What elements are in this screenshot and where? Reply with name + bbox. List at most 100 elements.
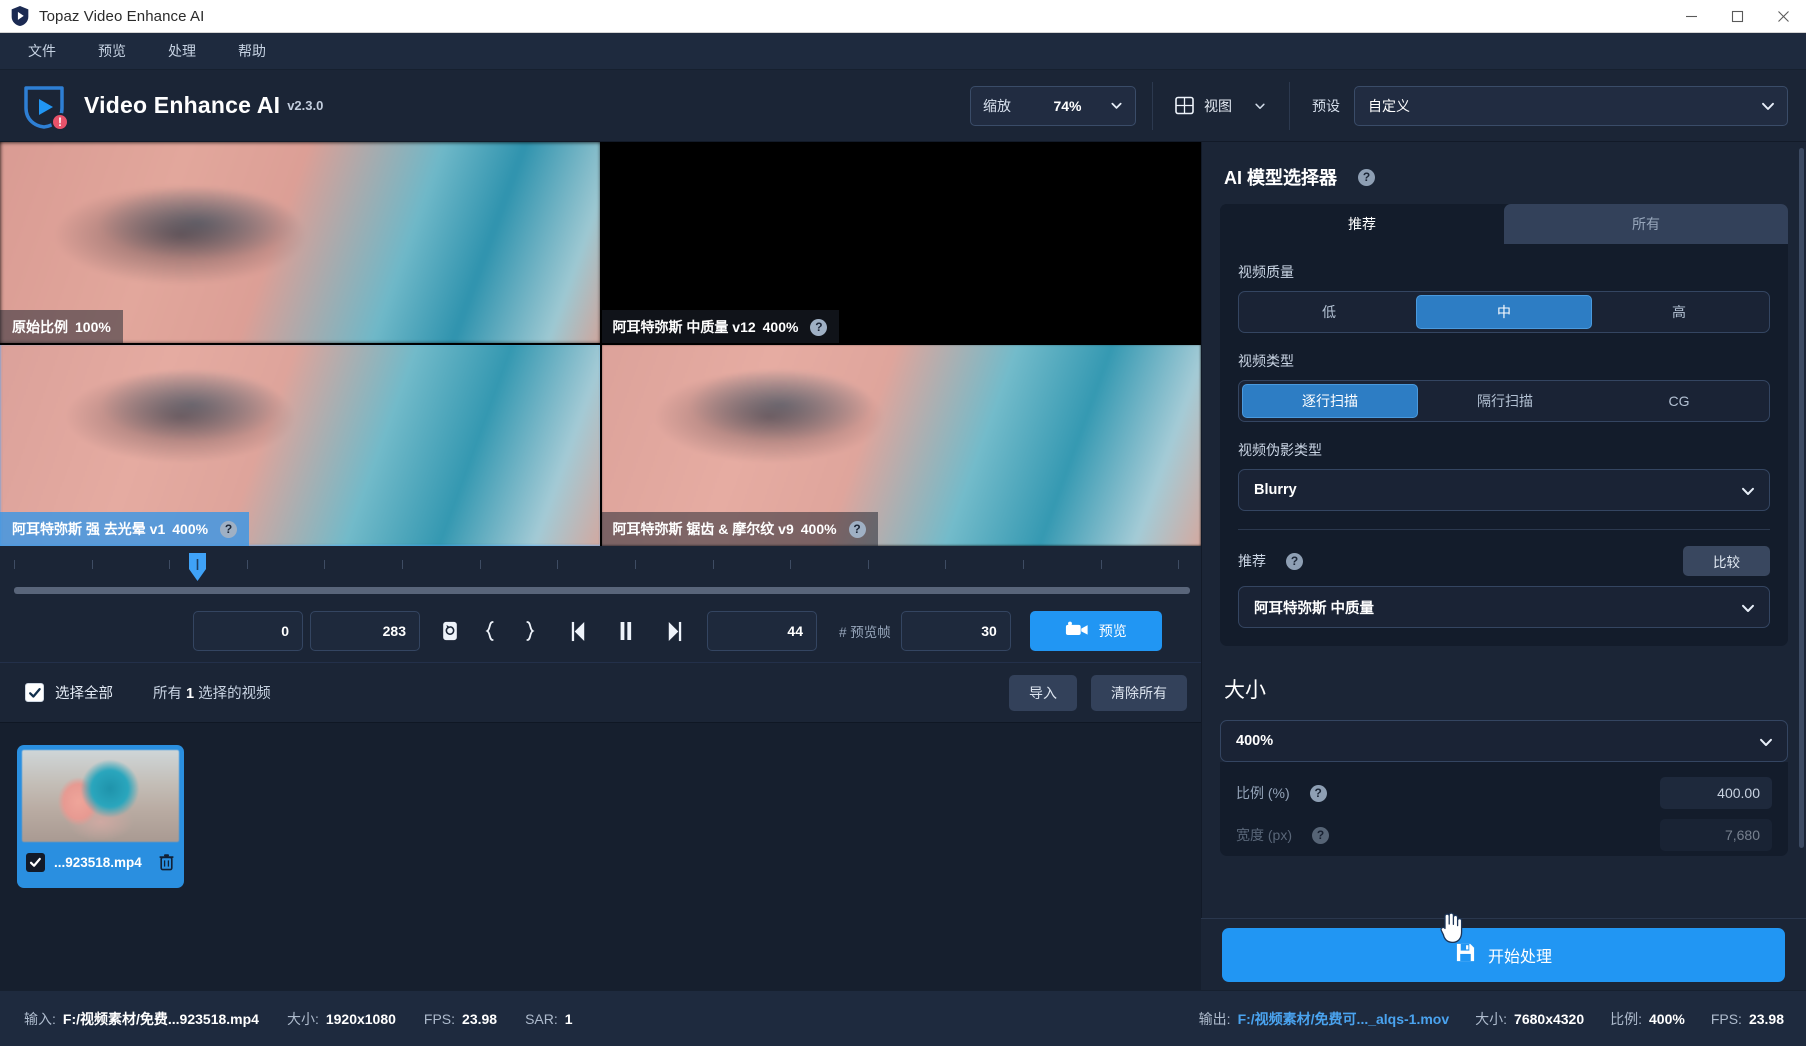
preview-frames-value: 30 xyxy=(981,623,997,639)
help-icon[interactable]: ? xyxy=(1286,553,1303,570)
end-frame-input[interactable]: 283 xyxy=(310,611,420,651)
preview-tag-amount: 400% xyxy=(801,521,837,537)
help-icon[interactable]: ? xyxy=(1312,827,1329,844)
preview-pane-artemis-aliasing-moire-v9[interactable]: 阿耳特弥斯 锯齿 & 摩尔纹 v9 400% ? xyxy=(601,344,1202,546)
status-input-group: 输入: F:/视频素材/免费...923518.mp4 大小: 1920x108… xyxy=(24,1009,573,1029)
tab-all[interactable]: 所有 xyxy=(1504,204,1788,244)
help-icon[interactable]: ? xyxy=(849,521,866,538)
timeline-track[interactable] xyxy=(14,587,1190,594)
set-out-point-icon[interactable] xyxy=(513,614,547,648)
selection-summary: 所有 1 选择的视频 xyxy=(153,682,271,703)
preview-pane-artemis-strong-dehalo-v1[interactable]: 阿耳特弥斯 强 去光晕 v1 400% ? xyxy=(0,344,601,546)
os-title-bar: Topaz Video Enhance AI xyxy=(0,0,1806,33)
zoom-value: 74% xyxy=(1053,98,1081,114)
thumbnail-image xyxy=(22,750,179,842)
help-icon[interactable]: ? xyxy=(1310,785,1327,802)
scale-label-group: 比例 (%) ? xyxy=(1236,783,1327,803)
reset-trim-icon[interactable] xyxy=(433,614,467,648)
input-path-group: 输入: F:/视频素材/免费...923518.mp4 xyxy=(24,1009,259,1029)
artifact-type-value: Blurry xyxy=(1254,482,1297,498)
quality-option-high[interactable]: 高 xyxy=(1592,295,1766,329)
trash-icon[interactable] xyxy=(158,853,175,871)
start-processing-button[interactable]: 开始处理 xyxy=(1222,928,1785,982)
start-frame-input[interactable]: 0 xyxy=(193,611,303,651)
preview-tag-amount: 400% xyxy=(172,521,208,537)
video-quality-label: 视频质量 xyxy=(1238,262,1788,282)
app-name: Video Enhance AI xyxy=(84,92,280,119)
input-size-value: 1920x1080 xyxy=(326,1011,396,1027)
menu-item-file[interactable]: 文件 xyxy=(14,38,70,64)
ai-model-selector-title-text: AI 模型选择器 xyxy=(1224,164,1337,190)
view-dropdown[interactable]: 视图 xyxy=(1153,86,1289,126)
size-section-title: 大小 xyxy=(1224,674,1806,704)
chevron-down-icon xyxy=(1741,484,1754,497)
list-item[interactable]: ...923518.mp4 xyxy=(17,745,184,888)
select-all-control[interactable]: 选择全部 xyxy=(25,682,113,703)
output-path-link[interactable]: F:/视频素材/免费可..._alqs-1.mov xyxy=(1238,1009,1450,1029)
update-badge: ! xyxy=(51,113,69,131)
input-fps-group: FPS: 23.98 xyxy=(424,1011,497,1027)
size-preset-dropdown[interactable]: 400% xyxy=(1220,720,1788,762)
width-value-input[interactable]: 7,680 xyxy=(1660,819,1772,851)
zoom-dropdown[interactable]: 缩放 74% xyxy=(970,86,1136,126)
preview-pane-label: 阿耳特弥斯 锯齿 & 摩尔纹 v9 400% ? xyxy=(601,512,878,546)
step-forward-icon[interactable] xyxy=(657,614,691,648)
preview-pane-original[interactable]: 原始比例 100% xyxy=(0,142,601,344)
ai-model-card: 推荐 所有 视频质量 低 中 高 视频类型 逐行扫描 隔行扫描 CG 视频伪影类… xyxy=(1220,204,1788,646)
preview-frames-input[interactable]: 30 xyxy=(901,611,1011,651)
card-divider xyxy=(1238,529,1770,530)
output-scale-value: 400% xyxy=(1649,1011,1685,1027)
menu-item-help[interactable]: 帮助 xyxy=(224,38,280,64)
quality-option-medium[interactable]: 中 xyxy=(1416,295,1592,329)
output-fps-value: 23.98 xyxy=(1749,1011,1784,1027)
output-size-group: 大小: 7680x4320 xyxy=(1475,1009,1584,1029)
size-preset-value: 400% xyxy=(1236,733,1273,749)
set-in-point-icon[interactable] xyxy=(473,614,507,648)
clear-all-button[interactable]: 清除所有 xyxy=(1091,675,1187,711)
preview-tag-text: 阿耳特弥斯 锯齿 & 摩尔纹 v9 xyxy=(613,519,794,539)
end-frame-value: 283 xyxy=(383,623,406,639)
menu-item-process[interactable]: 处理 xyxy=(154,38,210,64)
preset-control: 预设 自定义 xyxy=(1290,86,1806,126)
help-icon[interactable]: ? xyxy=(1358,169,1375,186)
tab-recommended[interactable]: 推荐 xyxy=(1220,204,1504,244)
panel-scrollbar[interactable] xyxy=(1799,148,1804,848)
type-option-progressive[interactable]: 逐行扫描 xyxy=(1242,384,1418,418)
help-icon[interactable]: ? xyxy=(220,521,237,538)
quality-option-low[interactable]: 低 xyxy=(1242,295,1416,329)
preset-dropdown[interactable]: 自定义 xyxy=(1354,86,1788,126)
maximize-button[interactable] xyxy=(1714,0,1760,33)
size-fields-card: 比例 (%) ? 400.00 宽度 (px) ? 7,680 xyxy=(1220,762,1788,856)
thumbnail-footer: ...923518.mp4 xyxy=(22,842,179,882)
artifact-type-dropdown[interactable]: Blurry xyxy=(1238,469,1770,511)
chevron-down-icon xyxy=(1759,735,1772,748)
start-processing-label: 开始处理 xyxy=(1488,943,1552,967)
chevron-down-icon xyxy=(1741,601,1754,614)
scale-value-input[interactable]: 400.00 xyxy=(1660,777,1772,809)
compare-button[interactable]: 比较 xyxy=(1683,546,1770,576)
preview-vertical-divider xyxy=(600,142,602,546)
close-button[interactable] xyxy=(1760,0,1806,33)
ai-model-selector-title: AI 模型选择器 ? xyxy=(1224,164,1806,190)
menu-item-preview[interactable]: 预览 xyxy=(84,38,140,64)
thumbnail-checkbox[interactable] xyxy=(26,853,45,872)
preview-pane-artemis-medium-v12[interactable]: 阿耳特弥斯 中质量 v12 400% ? xyxy=(601,142,1202,344)
selection-count: 1 xyxy=(186,686,194,702)
pause-icon[interactable] xyxy=(609,614,643,648)
recommended-model-dropdown[interactable]: 阿耳特弥斯 中质量 xyxy=(1238,586,1770,628)
type-option-cg[interactable]: CG xyxy=(1592,384,1766,418)
step-back-icon[interactable] xyxy=(561,614,595,648)
transport-controls: 0 283 44 # 预览帧 xyxy=(0,600,1201,662)
type-option-interlaced[interactable]: 隔行扫描 xyxy=(1418,384,1592,418)
minimize-button[interactable] xyxy=(1668,0,1714,33)
preview-button[interactable]: 预览 xyxy=(1030,611,1162,651)
sar-value: 1 xyxy=(565,1011,573,1027)
import-button[interactable]: 导入 xyxy=(1009,675,1077,711)
help-icon[interactable]: ? xyxy=(810,319,827,336)
mouse-cursor-icon xyxy=(1437,910,1463,944)
current-frame-input[interactable]: 44 xyxy=(707,611,817,651)
timeline-playhead[interactable] xyxy=(188,552,207,582)
select-all-label: 选择全部 xyxy=(55,682,113,703)
select-all-checkbox[interactable] xyxy=(25,683,44,702)
size-field-width: 宽度 (px) ? 7,680 xyxy=(1220,814,1788,856)
